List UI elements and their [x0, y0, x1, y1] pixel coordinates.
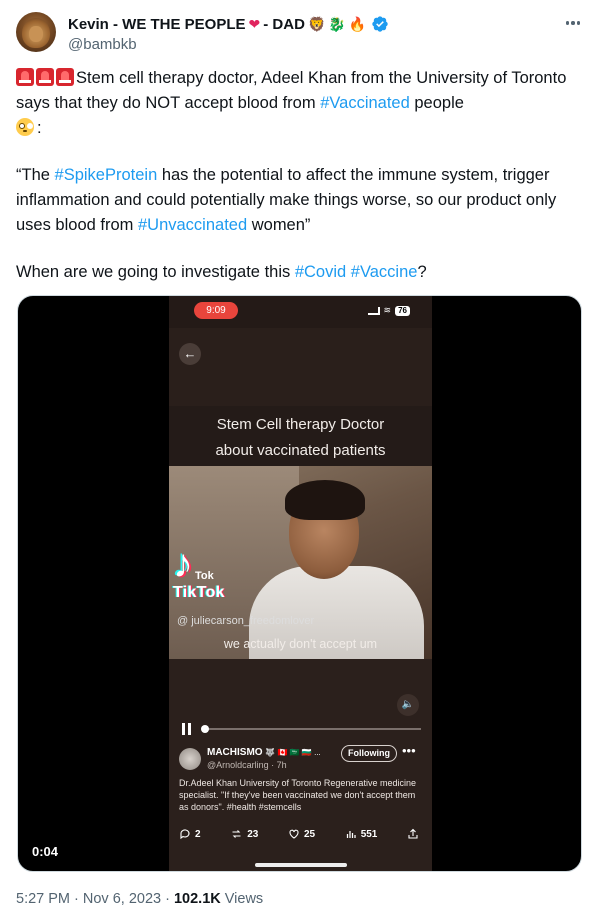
- dragon-emoji-icon: 🐉: [328, 16, 346, 32]
- inner-repost: 23: [230, 828, 258, 840]
- video-caption-box: Stem Cell therapy Doctor about vaccinate…: [169, 406, 432, 466]
- lion-emoji-icon: 🦁: [307, 16, 326, 32]
- tweet-line1-prefix: Stem cell therapy doctor, Adeel Khan fro…: [16, 69, 567, 112]
- question-end: ?: [417, 263, 427, 281]
- inner-post-text: Dr.Adeel Khan University of Toronto Rege…: [179, 778, 416, 812]
- inner-like: 25: [288, 828, 315, 840]
- author-name-row[interactable]: Kevin - WE THE PEOPLE ❤ - DAD 🦁 🐉 🔥: [68, 14, 389, 34]
- video-frame-doctor: ♪ Tok TikTok @ juliecarson_freedomlover: [169, 466, 432, 659]
- hashtag-spikeprotein[interactable]: #SpikeProtein: [55, 166, 158, 184]
- inner-share: [407, 828, 419, 840]
- hashtag-vaccine[interactable]: #Vaccine: [351, 263, 418, 281]
- tiktok-label: TikTok: [173, 584, 225, 601]
- question-prefix: When are we going to investigate this: [16, 263, 295, 281]
- tweet-line1-suffix: people: [409, 94, 464, 112]
- volume-icon: 🔈: [397, 694, 419, 716]
- doctor-hair: [285, 480, 365, 520]
- inner-post-actions: 2 23 25 551: [179, 828, 419, 840]
- flushed-face-emoji-icon: [16, 118, 34, 136]
- lion-face: [29, 26, 43, 42]
- quote-open: “The: [16, 166, 55, 184]
- inner-post-flags: 🐺 🇨🇦 🇸🇦 🇧🇬 ...: [265, 748, 321, 757]
- video-subtitle: we actually don't accept um: [223, 637, 378, 651]
- tweet-timestamp[interactable]: 5:27 PM · Nov 6, 2023 ·: [16, 891, 174, 906]
- phone-home-bar: [255, 863, 347, 867]
- hashtag-covid[interactable]: #Covid: [295, 263, 346, 281]
- wifi-icon: ≋: [383, 305, 392, 315]
- views-label: Views: [220, 891, 264, 906]
- author-avatar[interactable]: [16, 12, 56, 52]
- tweet-line1-end: :: [37, 119, 42, 137]
- more-options-icon[interactable]: [563, 14, 583, 32]
- inner-post-name: MACHISMO 🐺 🇨🇦 🇸🇦 🇧🇬 ...: [207, 747, 321, 758]
- phone-time: 9:09: [194, 302, 238, 319]
- inner-avatar: [179, 748, 201, 770]
- siren-emoji-icon: [36, 68, 54, 86]
- author-handle[interactable]: @bambkb: [68, 36, 137, 53]
- phone-recording: 9:09 ≋ 76 ← Stem Cell therapy Doctor abo…: [169, 296, 432, 871]
- inner-following-button: Following: [341, 745, 397, 762]
- caption-line-1: Stem Cell therapy Doctor: [216, 416, 385, 433]
- video-timecode: 0:04: [32, 844, 59, 859]
- siren-emoji-icon: [56, 68, 74, 86]
- tiktok-small-label: Tok: [195, 570, 214, 582]
- hashtag-unvaccinated[interactable]: #Unvaccinated: [138, 216, 247, 234]
- tweet-paragraph-2: “The #SpikeProtein has the potential to …: [16, 163, 576, 238]
- inner-scrubber: [201, 725, 421, 733]
- phone-signal-indicators: ≋ 76: [367, 305, 410, 316]
- repost-icon: [232, 830, 241, 838]
- heart-icon: [289, 829, 299, 839]
- quote-close: women”: [247, 216, 311, 234]
- inner-pause-icon: [182, 723, 192, 735]
- fire-emoji-icon: 🔥: [348, 16, 367, 32]
- tweet-paragraph-3: When are we going to investigate this #C…: [16, 260, 576, 285]
- inner-more-icon: •••: [402, 743, 416, 758]
- inner-post-handle: @Arnoldcarling · 7h: [207, 760, 287, 770]
- hashtag-vaccinated[interactable]: #Vaccinated: [320, 94, 410, 112]
- share-icon: [408, 828, 418, 839]
- views-chart-icon: [346, 831, 356, 838]
- tweet-meta: 5:27 PM · Nov 6, 2023 · 102.1K Views: [16, 890, 263, 906]
- tweet-text: Stem cell therapy doctor, Adeel Khan fro…: [16, 66, 576, 285]
- video-player[interactable]: 9:09 ≋ 76 ← Stem Cell therapy Doctor abo…: [17, 295, 582, 872]
- tiktok-username: @ juliecarson_freedomlover: [177, 615, 315, 627]
- caption-line-2: about vaccinated patients: [215, 442, 386, 459]
- back-arrow-icon: ←: [179, 343, 201, 365]
- inner-views: 551: [345, 828, 377, 840]
- display-name[interactable]: Kevin - WE THE PEOPLE: [68, 16, 246, 33]
- inner-reply: 2: [179, 828, 201, 840]
- heart-icon: ❤: [248, 16, 261, 32]
- battery-icon: 76: [395, 305, 410, 316]
- tweet-paragraph-1: Stem cell therapy doctor, Adeel Khan fro…: [16, 66, 576, 141]
- siren-emoji-icon: [16, 68, 34, 86]
- view-count: 102.1K: [173, 891, 221, 906]
- display-name-suffix[interactable]: - DAD: [263, 16, 305, 33]
- verified-badge-icon[interactable]: [371, 15, 389, 33]
- reply-icon: [180, 829, 190, 840]
- tiktok-watermark: ♪ Tok TikTok: [173, 544, 225, 602]
- signal-icon: [367, 306, 380, 315]
